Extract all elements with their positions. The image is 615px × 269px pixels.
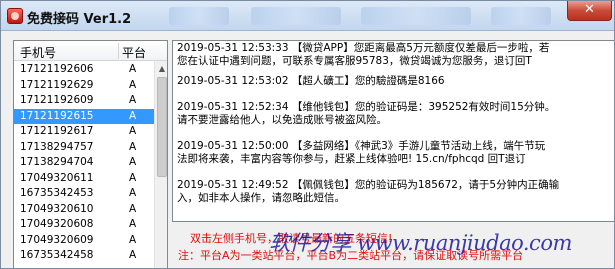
phone-list-row[interactable]: 17138294704 A [14,155,154,171]
sms-message-line: 2019-05-31 12:50:00 【多益网络】《神武3》手游儿童节活动上线… [177,140,546,152]
sms-message-line: 2019-05-31 12:53:33 【微贷APP】您距离最高5万元额度仅差最… [177,42,550,54]
blurred-region [251,7,341,25]
column-divider[interactable] [118,43,119,59]
phone-list-row[interactable]: 17121192629 A [14,78,154,94]
sms-message: 2019-05-31 12:53:33 【微贷APP】您距离最高5万元额度仅差最… [177,42,607,68]
phone-list-row[interactable]: 16735342458 A [14,248,154,264]
platform-code: A [129,140,137,153]
sms-message: 2019-05-31 12:50:00 【多益网络】《神武3》手游儿童节活动上线… [177,140,607,166]
phone-number: 16735342458 [20,249,94,261]
phone-number: 17049320609 [20,233,94,246]
blurred-region [169,7,229,25]
phone-list-row[interactable]: 17121192615 A [14,108,154,124]
sms-message-line: 2019-05-31 12:52:34 【维他钱包】您的验证码是：395252有… [177,101,556,113]
blurred-region [361,7,471,25]
phone-list-row[interactable]: 17049320611 A [14,171,154,187]
phone-number: 17121192606 [20,63,94,75]
platform-code: A [129,125,137,137]
phone-number: 17121192615 [20,109,94,122]
scroll-up-icon[interactable]: ▲ [156,62,167,75]
platform-code: A [129,94,137,106]
platform-code: A [129,78,137,91]
sms-message: 2019-05-31 12:53:02 【超人礦工】您的驗證碼是8166 [177,75,607,88]
platform-code: A [129,156,137,168]
close-button[interactable]: ✕ [567,1,612,21]
phone-number: 17121192617 [20,125,94,137]
app-window: 免费接码 Ver1.2 ✕ 手机号 平台 17121192606 A 1712119… [0,0,615,269]
phone-list-row[interactable]: 17049320608 A [14,217,154,233]
sms-message-line: 法即将来袭，丰富内容等你参与，赶紧上线体验吧! 15.cn/fphcqd 回T退… [177,153,526,165]
app-icon [7,8,23,24]
phone-list-row[interactable]: 16735342453 A [14,186,154,202]
phone-number: 17138294704 [20,156,94,168]
phone-list-row[interactable]: 17121192609 A [14,93,154,109]
sms-message: 2019-05-31 12:52:34 【维他钱包】您的验证码是：395252有… [177,101,607,127]
phone-number: 17049320608 [20,218,94,230]
sms-message-line: 请不要泄露给他人，以免造成账号被盗风险。 [177,114,387,126]
window-title: 免费接码 Ver1.2 [27,12,132,27]
phone-number: 16735342453 [20,187,94,199]
phone-number: 17138294757 [20,140,94,153]
close-icon: ✕ [584,2,595,17]
sms-message: 2019-05-31 12:49:52 【佩佩钱包】您的验证码为185672，请… [177,179,607,205]
platform-code: A [129,109,137,122]
phone-list-row[interactable]: 17121192606 A [14,62,154,78]
platform-code: A [129,233,137,246]
column-header-phone[interactable]: 手机号 [20,44,56,61]
sms-message-line: 您在认证中遇到问题，可联系专属客服95783，微贷竭诚为您服务，退订回T [177,55,532,67]
platform-code: A [129,187,137,199]
watermark: 软件分享 www.ruanjiudao.com [269,231,572,255]
list-header: 手机号 平台 [14,41,167,61]
phone-list-row[interactable]: 17138294757 A [14,140,154,156]
sms-message-line: 2019-05-31 12:49:52 【佩佩钱包】您的验证码为185672，请… [177,179,560,191]
blurred-region [491,7,551,25]
platform-code: A [129,202,137,215]
scroll-thumb[interactable] [157,77,167,177]
platform-code: A [129,171,137,184]
sms-message-line: 入，如非本人操作，请忽略此短信。 [177,192,345,204]
phone-list-row[interactable]: 17049320610 A [14,202,154,218]
sms-message-area[interactable]: 2019-05-31 12:53:33 【微贷APP】您距离最高5万元额度仅差最… [172,40,614,222]
phone-rows: 17121192606 A 17121192629 A 17121192609 A 1712… [14,62,154,264]
list-scrollbar[interactable]: ▲ [154,61,167,268]
phone-list-row[interactable]: 17049320609 A [14,233,154,249]
sms-message-line: 2019-05-31 12:53:02 【超人礦工】您的驗證碼是8166 [177,75,445,87]
phone-list[interactable]: 手机号 平台 17121192606 A 17121192629 A 171211926… [13,40,168,268]
phone-number: 17049320610 [20,202,94,215]
phone-number: 17121192609 [20,94,94,106]
platform-code: A [129,218,137,230]
phone-list-row[interactable]: 17121192617 A [14,124,154,140]
phone-number: 17049320611 [20,171,94,184]
platform-code: A [129,63,137,75]
title-bar[interactable]: 免费接码 Ver1.2 ✕ [1,1,614,31]
phone-number: 17121192629 [20,78,94,91]
platform-code: A [129,249,137,261]
column-header-platform[interactable]: 平台 [122,44,146,61]
